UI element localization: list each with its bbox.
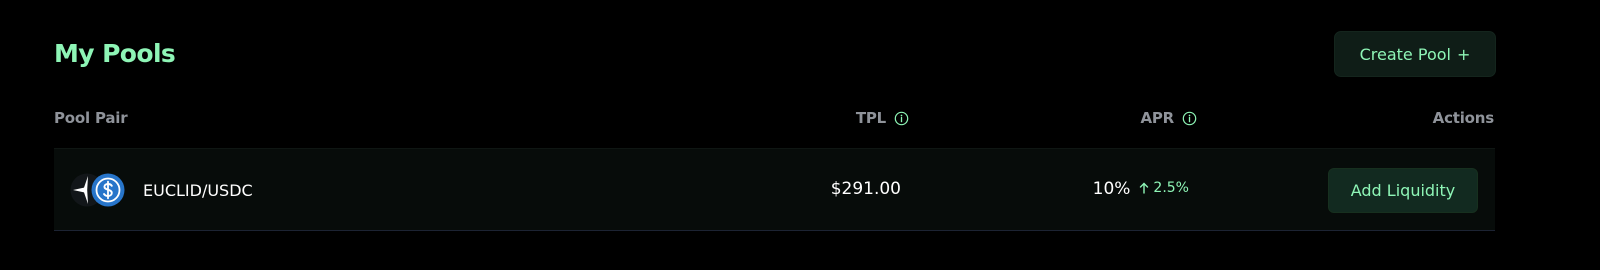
token-icons: [70, 171, 126, 209]
info-icon[interactable]: [894, 111, 909, 126]
apr-cell: 10% 2.5%: [1093, 179, 1189, 199]
column-header-tpl-label: TPL: [855, 109, 886, 127]
apr-value: 10%: [1092, 179, 1131, 199]
column-header-actions: Actions: [1432, 106, 1495, 130]
my-pools-page: My Pools Create Pool + Pool Pair TPL APR…: [0, 0, 1600, 270]
column-header-apr: APR: [1140, 106, 1197, 130]
arrow-up-icon: [1140, 182, 1149, 194]
apr-change-value: 2.5%: [1153, 180, 1189, 196]
apr-change: 2.5%: [1139, 180, 1189, 196]
table-row: EUCLID/USDC $291.00 10% 2.5% Add Liquidi…: [54, 148, 1495, 231]
usdc-icon: [91, 173, 125, 207]
column-header-actions-label: Actions: [1432, 109, 1495, 127]
column-header-tpl: TPL: [856, 106, 909, 130]
column-header-pool-pair-label: Pool Pair: [54, 109, 128, 127]
column-header-apr-label: APR: [1140, 109, 1174, 127]
tpl-value: $291.00: [830, 179, 901, 199]
add-liquidity-label: Add Liquidity: [1350, 181, 1456, 200]
column-header-pool-pair: Pool Pair: [54, 106, 128, 130]
page-title: My Pools: [54, 39, 176, 68]
pool-pair-cell: EUCLID/USDC: [70, 171, 253, 209]
add-liquidity-button[interactable]: Add Liquidity: [1328, 168, 1478, 213]
pool-pair-label: EUCLID/USDC: [143, 180, 253, 200]
info-icon[interactable]: [1182, 111, 1197, 126]
create-pool-label: Create Pool: [1359, 44, 1451, 64]
create-pool-button[interactable]: Create Pool +: [1334, 31, 1496, 77]
plus-icon: +: [1456, 44, 1471, 64]
